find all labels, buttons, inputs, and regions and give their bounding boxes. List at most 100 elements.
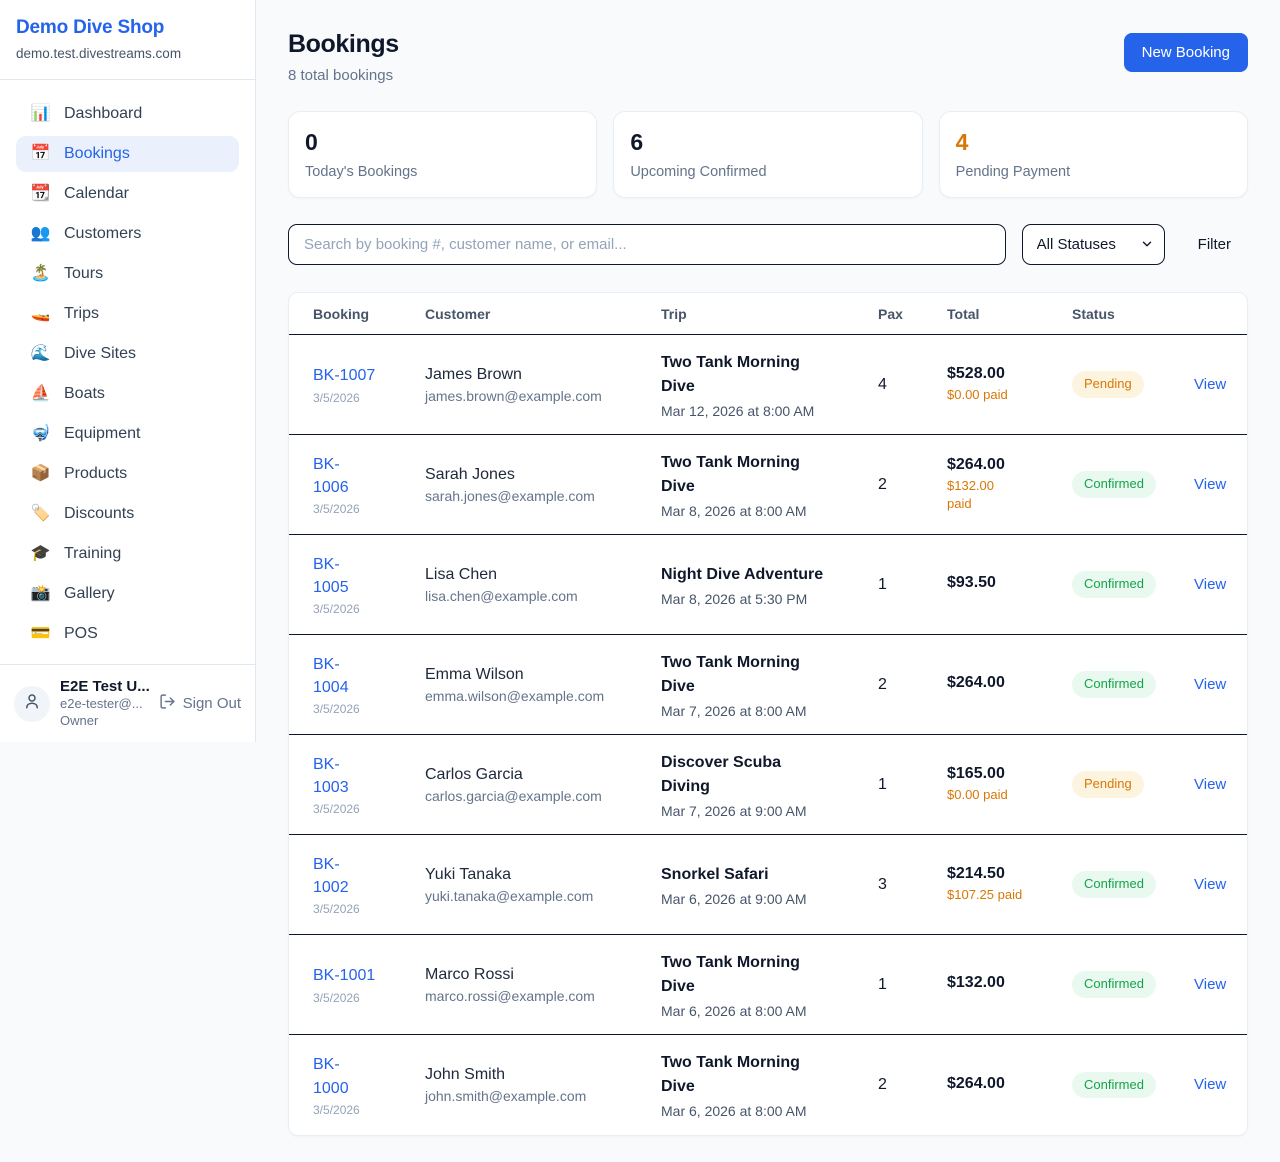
sign-out-button[interactable]: Sign Out (159, 693, 241, 714)
trip-cell: Two Tank MorningDive Mar 8, 2026 at 8:00… (661, 451, 878, 519)
view-link[interactable]: View (1194, 876, 1226, 893)
stat-label: Pending Payment (956, 164, 1231, 180)
user-role: Owner (60, 712, 149, 729)
pax-cell: 1 (878, 576, 947, 594)
total-amount: $93.50 (947, 574, 1072, 592)
brand-name[interactable]: Demo Dive Shop (16, 17, 239, 39)
customer-name: James Brown (425, 366, 661, 384)
sidebar-item-trips[interactable]: 🚤 Trips (16, 296, 239, 332)
diving-mask-icon: 🤿 (30, 426, 51, 442)
trip-datetime: Mar 6, 2026 at 8:00 AM (661, 1003, 878, 1019)
booking-cell: BK-1004 3/5/2026 (313, 653, 425, 716)
sidebar-item-bookings[interactable]: 📅 Bookings (16, 136, 239, 172)
brand-block: Demo Dive Shop demo.test.divestreams.com (0, 0, 255, 80)
trip-name: Two Tank MorningDive (661, 351, 878, 399)
view-link[interactable]: View (1194, 376, 1226, 393)
sign-out-icon (159, 693, 176, 714)
customer-cell: Sarah Jones sarah.jones@example.com (425, 466, 661, 504)
trip-cell: Two Tank MorningDive Mar 12, 2026 at 8:0… (661, 351, 878, 419)
table-row: BK-1007 3/5/2026 James Brown james.brown… (289, 335, 1247, 435)
booking-id-link[interactable]: BK-1007 (313, 364, 425, 387)
total-amount: $132.00 (947, 974, 1072, 992)
sidebar-item-dashboard[interactable]: 📊 Dashboard (16, 96, 239, 132)
booking-date: 3/5/2026 (313, 502, 425, 516)
customer-name: Yuki Tanaka (425, 866, 661, 884)
column-header-total: Total (947, 306, 1072, 322)
customer-cell: Marco Rossi marco.rossi@example.com (425, 966, 661, 1004)
trip-cell: Snorkel Safari Mar 6, 2026 at 9:00 AM (661, 863, 878, 907)
customers-icon: 👥 (30, 226, 51, 242)
booking-date: 3/5/2026 (313, 602, 425, 616)
sidebar-item-equipment[interactable]: 🤿 Equipment (16, 416, 239, 452)
booking-id-link[interactable]: BK-1000 (313, 1053, 425, 1099)
status-badge: Confirmed (1072, 571, 1156, 597)
table-row: BK-1002 3/5/2026 Yuki Tanaka yuki.tanaka… (289, 835, 1247, 935)
filter-button[interactable]: Filter (1198, 236, 1231, 253)
credit-card-icon: 💳 (30, 626, 51, 642)
new-booking-button[interactable]: New Booking (1124, 33, 1248, 72)
trip-cell: Discover ScubaDiving Mar 7, 2026 at 9:00… (661, 751, 878, 819)
status-badge: Confirmed (1072, 971, 1156, 997)
trip-cell: Night Dive Adventure Mar 8, 2026 at 5:30… (661, 563, 878, 607)
status-filter-select[interactable]: All Statuses (1022, 224, 1165, 265)
main-content: Bookings 8 total bookings New Booking 0 … (256, 0, 1280, 1136)
sidebar-item-discounts[interactable]: 🏷️ Discounts (16, 496, 239, 532)
pax-cell: 1 (878, 976, 947, 994)
trip-datetime: Mar 12, 2026 at 8:00 AM (661, 403, 878, 419)
sidebar-item-calendar[interactable]: 📆 Calendar (16, 176, 239, 212)
view-link[interactable]: View (1194, 1076, 1226, 1093)
sidebar-item-label: Dive Sites (64, 345, 136, 363)
island-icon: 🏝️ (30, 266, 51, 282)
actions-cell: View (1194, 476, 1226, 494)
total-amount: $264.00 (947, 1075, 1072, 1093)
customer-email: emma.wilson@example.com (425, 688, 661, 704)
status-cell: Confirmed (1072, 871, 1194, 897)
table-row: BK-1005 3/5/2026 Lisa Chen lisa.chen@exa… (289, 535, 1247, 635)
actions-cell: View (1194, 876, 1226, 894)
total-cell: $93.50 (947, 574, 1072, 595)
sidebar-item-products[interactable]: 📦 Products (16, 456, 239, 492)
sidebar-item-gallery[interactable]: 📸 Gallery (16, 576, 239, 612)
user-meta: E2E Test U... e2e-tester@... Owner (60, 678, 149, 729)
booking-id-link[interactable]: BK-1004 (313, 653, 425, 699)
customer-name: Emma Wilson (425, 666, 661, 684)
booking-cell: BK-1006 3/5/2026 (313, 453, 425, 516)
sidebar-item-pos[interactable]: 💳 POS (16, 616, 239, 652)
status-badge: Pending (1072, 371, 1144, 397)
sign-out-label: Sign Out (183, 695, 241, 712)
view-link[interactable]: View (1194, 676, 1226, 693)
booking-id-link[interactable]: BK-1003 (313, 753, 425, 799)
status-badge: Pending (1072, 771, 1144, 797)
booking-cell: BK-1007 3/5/2026 (313, 364, 425, 404)
trip-cell: Two Tank MorningDive Mar 6, 2026 at 8:00… (661, 951, 878, 1019)
view-link[interactable]: View (1194, 776, 1226, 793)
sidebar-item-customers[interactable]: 👥 Customers (16, 216, 239, 252)
paid-amount: $107.25 paid (947, 886, 1072, 904)
search-input[interactable] (288, 224, 1006, 265)
booking-id-link[interactable]: BK-1006 (313, 453, 425, 499)
table-header-row: Booking Customer Trip Pax Total Status (289, 293, 1247, 335)
customer-email: carlos.garcia@example.com (425, 788, 661, 804)
booking-date: 3/5/2026 (313, 802, 425, 816)
column-header-customer: Customer (425, 306, 661, 322)
sidebar-item-training[interactable]: 🎓 Training (16, 536, 239, 572)
booking-date: 3/5/2026 (313, 991, 425, 1005)
view-link[interactable]: View (1194, 976, 1226, 993)
customer-email: marco.rossi@example.com (425, 988, 661, 1004)
sidebar-item-label: Trips (64, 305, 99, 323)
sidebar-item-boats[interactable]: ⛵ Boats (16, 376, 239, 412)
view-link[interactable]: View (1194, 476, 1226, 493)
customer-email: james.brown@example.com (425, 388, 661, 404)
customer-email: lisa.chen@example.com (425, 588, 661, 604)
booking-id-link[interactable]: BK-1002 (313, 853, 425, 899)
booking-id-link[interactable]: BK-1005 (313, 553, 425, 599)
sidebar-item-dive-sites[interactable]: 🌊 Dive Sites (16, 336, 239, 372)
trip-name: Discover ScubaDiving (661, 751, 878, 799)
booking-id-link[interactable]: BK-1001 (313, 964, 425, 987)
user-section: E2E Test U... e2e-tester@... Owner Sign … (0, 664, 255, 742)
calendar-icon: 📆 (30, 186, 51, 202)
sidebar-item-tours[interactable]: 🏝️ Tours (16, 256, 239, 292)
trip-name: Two Tank MorningDive (661, 451, 878, 499)
view-link[interactable]: View (1194, 576, 1226, 593)
customer-name: Lisa Chen (425, 566, 661, 584)
